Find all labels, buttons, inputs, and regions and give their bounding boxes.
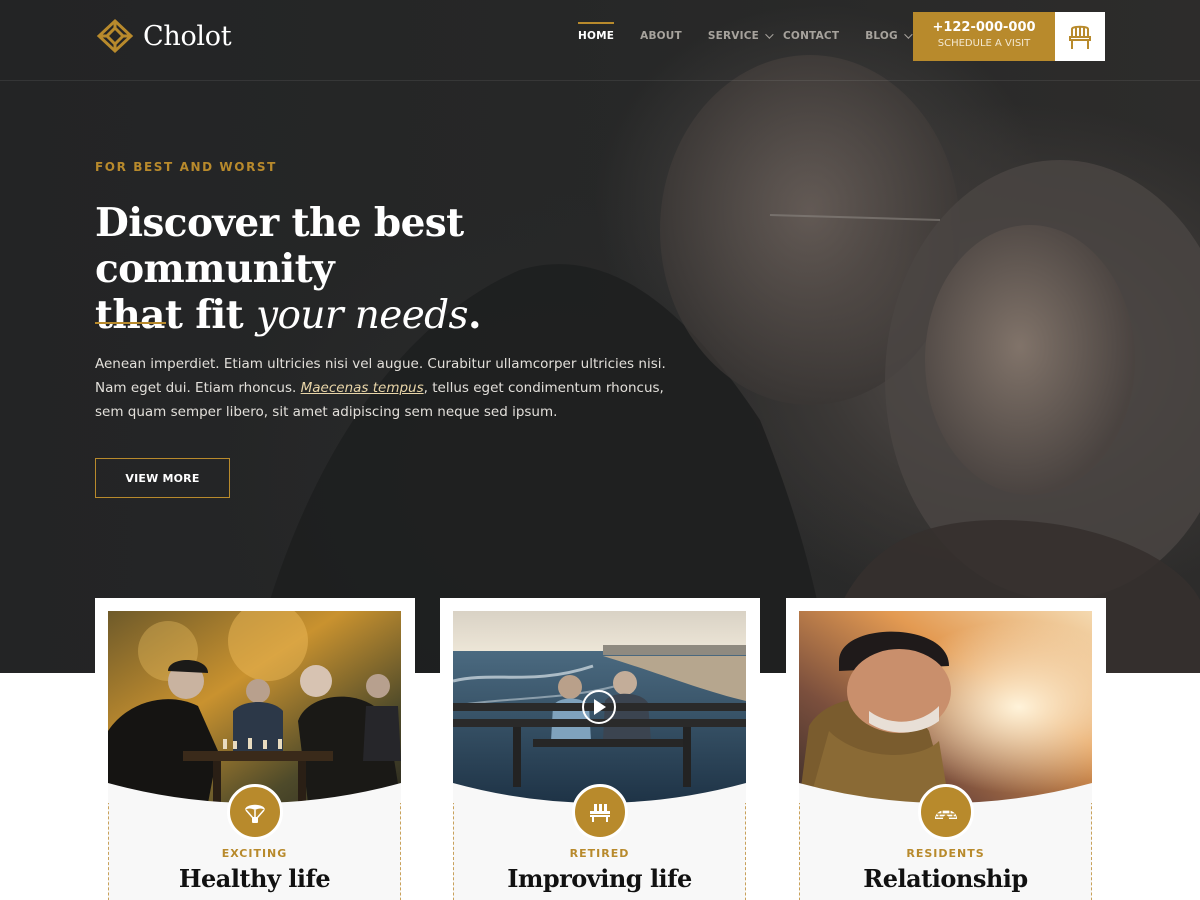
hero-section: Cholot HOME ABOUT SERVICE CONTACT BLOG +… — [0, 0, 1200, 673]
nav-home[interactable]: HOME — [578, 22, 615, 42]
nav-service[interactable]: SERVICE — [708, 30, 774, 42]
chevron-down-icon — [765, 30, 774, 39]
card-badge — [227, 784, 283, 840]
main-nav: HOME ABOUT SERVICE CONTACT BLOG — [578, 22, 913, 42]
logo-text: Cholot — [143, 20, 232, 52]
nav-blog[interactable]: BLOG — [865, 30, 913, 42]
chess-players-photo — [108, 611, 401, 803]
hero-headline: Discover the best community that fit you… — [95, 200, 482, 338]
card-badge — [572, 784, 628, 840]
hero-eyebrow: FOR BEST AND WORST — [95, 160, 277, 174]
chair-icon — [1069, 25, 1091, 49]
hero-lead: Aenean imperdiet. Etiam ultricies nisi v… — [95, 356, 666, 420]
feature-card-healthy-life[interactable]: EXCITING Healthy life — [95, 598, 415, 900]
feature-card-improving-life[interactable]: RETIRED Improving life — [440, 598, 760, 900]
elderly-man-sunset-photo — [799, 611, 1092, 803]
view-more-button[interactable]: VIEW MORE — [95, 458, 230, 498]
card-title[interactable]: Relationship — [799, 864, 1092, 893]
logo-icon — [96, 18, 134, 54]
card-category: EXCITING — [221, 847, 288, 860]
card-title[interactable]: Improving life — [453, 864, 746, 893]
chair-button[interactable] — [1055, 12, 1105, 61]
card-category: RETIRED — [569, 847, 630, 860]
lead-link[interactable]: Maecenas tempus — [301, 380, 424, 396]
parachute-icon — [245, 804, 265, 823]
card-category: RESIDENTS — [906, 847, 985, 860]
card-badge — [918, 784, 974, 840]
cta-subtitle: SCHEDULE A VISIT — [937, 38, 1031, 49]
igloo-icon — [935, 809, 957, 819]
feature-card-relationship[interactable]: RESIDENTS Relationship — [786, 598, 1106, 900]
logo[interactable]: Cholot — [95, 18, 232, 54]
card-title[interactable]: Healthy life — [108, 864, 401, 893]
hero-divider — [95, 322, 166, 324]
cta-phone: +122-000-000 — [932, 20, 1036, 35]
schedule-visit-button[interactable]: +122-000-000 SCHEDULE A VISIT — [913, 12, 1055, 61]
header-divider — [0, 80, 1200, 81]
bench-icon — [590, 804, 610, 822]
couple-on-bench-photo — [453, 611, 746, 803]
nav-contact[interactable]: CONTACT — [783, 30, 839, 42]
nav-about[interactable]: ABOUT — [640, 30, 682, 42]
